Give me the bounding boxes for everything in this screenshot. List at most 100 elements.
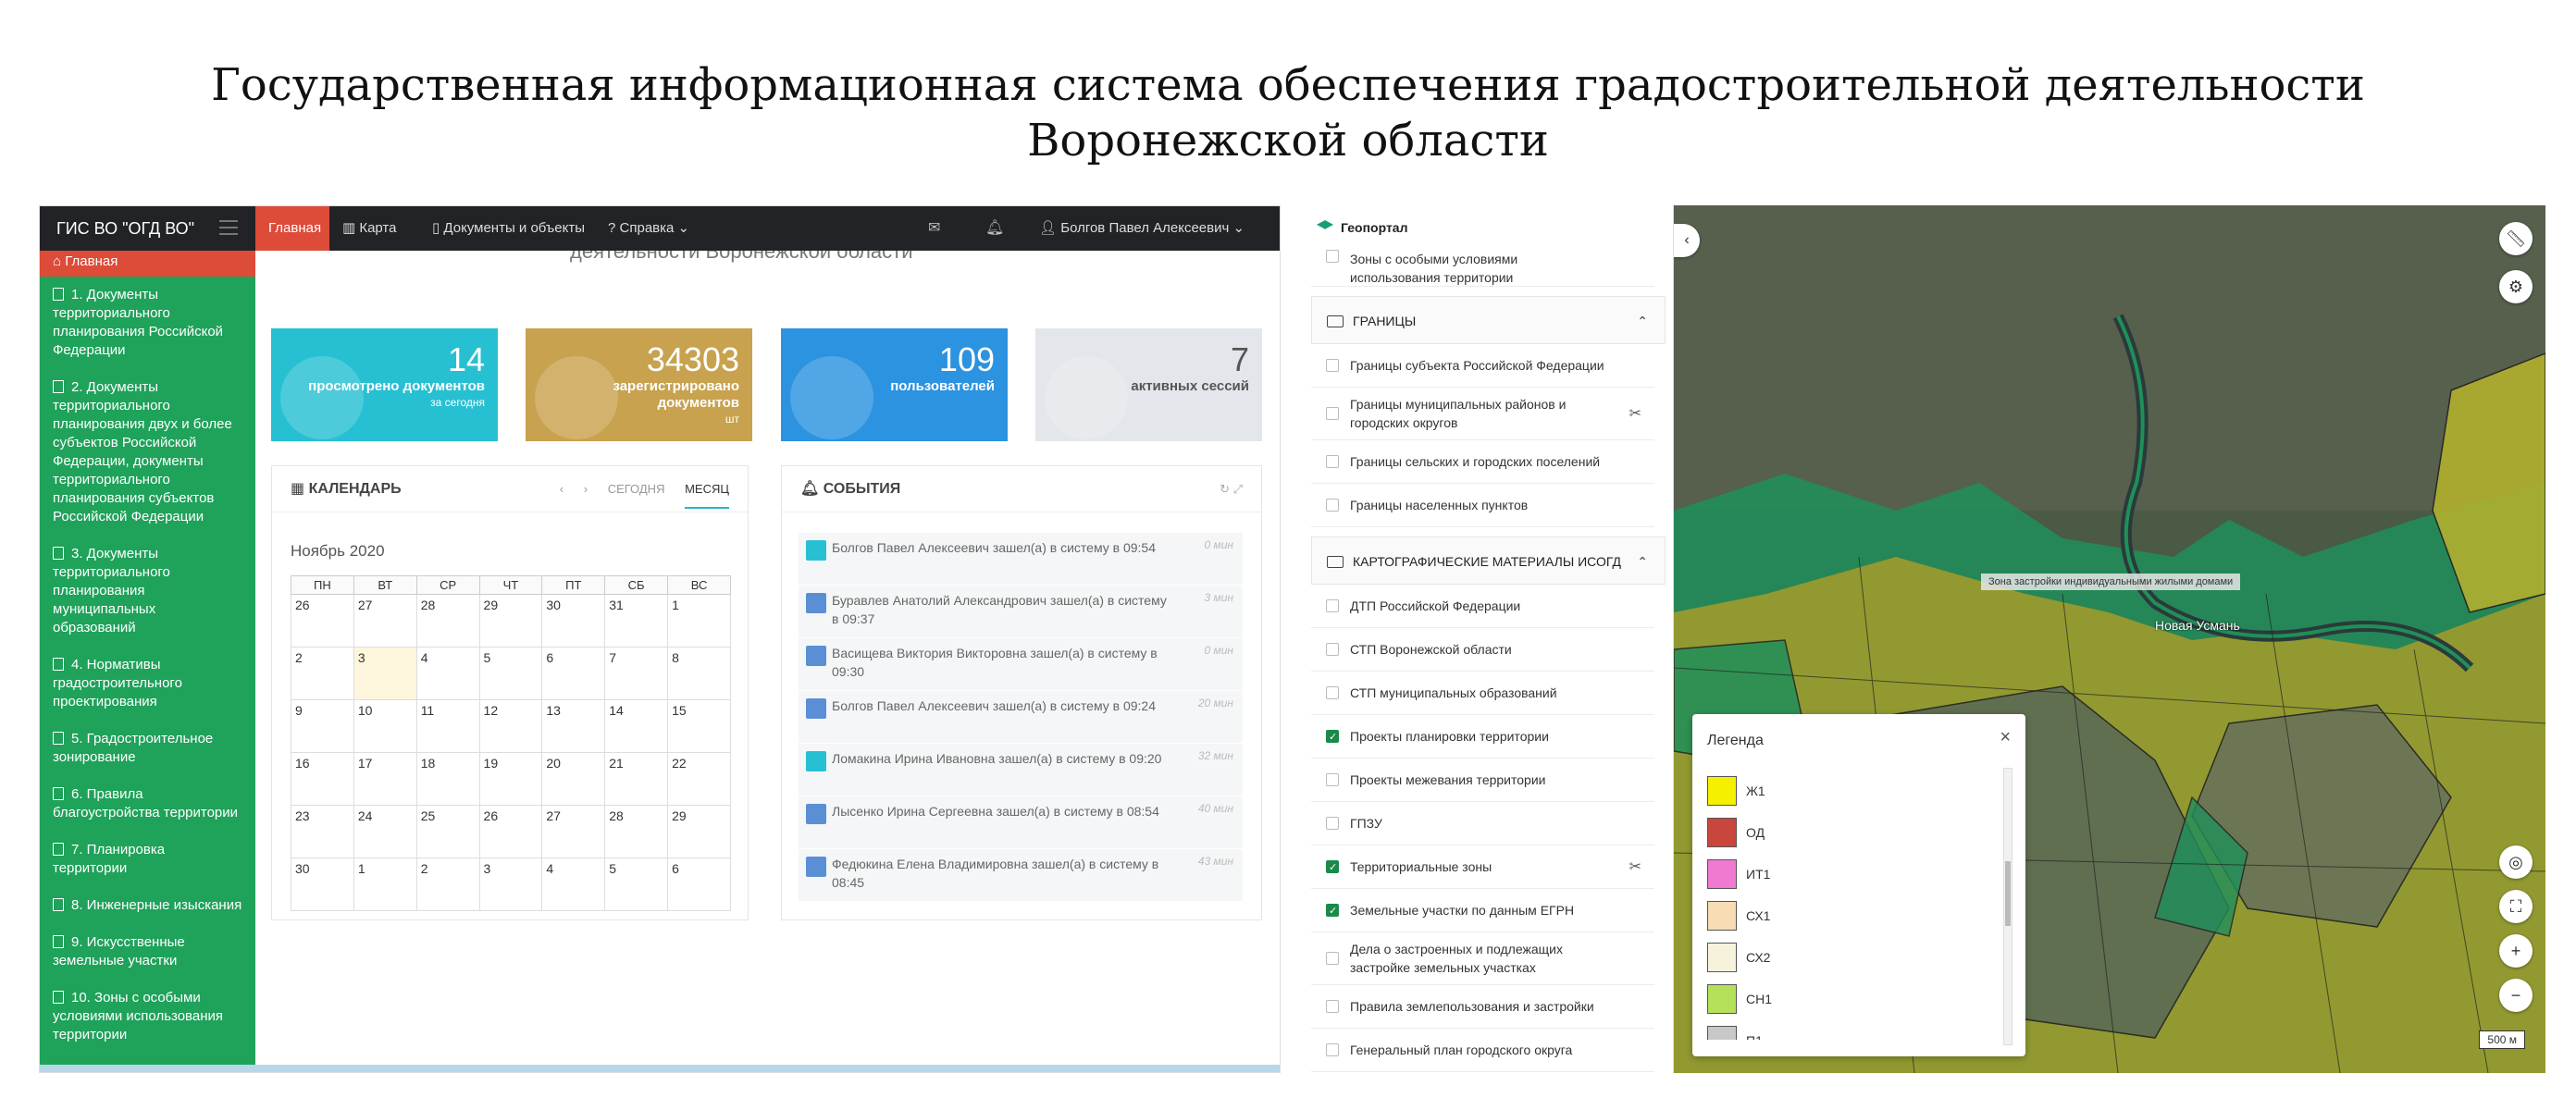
calendar-day[interactable]: 7 [604,647,669,700]
calendar-day[interactable]: 1 [667,594,731,648]
legend-scrollbar[interactable] [2003,768,2012,1045]
layer-checkbox[interactable] [1326,858,1339,877]
stat-viewed-documents[interactable]: 14 просмотрено документов за сегодня [271,328,498,441]
sidebar-item-8[interactable]: 8. Инженерные изыскания [40,887,255,924]
layer-item[interactable]: Проекты планировки территории [1311,715,1654,759]
layer-checkbox[interactable] [1326,455,1339,468]
layer-item[interactable]: ГПЗУ [1311,802,1654,845]
nav-documents[interactable]: ▯ Документы и объекты [419,206,598,251]
menu-toggle-icon[interactable] [219,220,238,237]
sidebar-item-2[interactable]: 2. Документы территориального планирован… [40,369,255,536]
calendar-day[interactable]: 6 [667,857,731,911]
calendar-day[interactable]: 18 [415,752,480,806]
ruler-icon[interactable]: 📏︎ [2499,222,2533,255]
prev-month-button[interactable]: ‹ [560,482,564,496]
bell-icon[interactable]: 🔔︎ [985,206,1004,251]
nav-map[interactable]: ▥ Карта [329,206,409,251]
user-menu[interactable]: 👤︎ Болгов Павел Алексеевич ⌄ [1039,206,1245,251]
nav-home[interactable]: Главная [255,206,329,251]
event-item[interactable]: Федюкина Елена Владимировна зашел(а) в с… [799,849,1243,902]
event-item[interactable]: Ломакина Ирина Ивановна зашел(а) в систе… [799,744,1243,796]
calendar-day[interactable]: 20 [541,752,606,806]
tools-icon[interactable]: ✂ [1629,405,1641,424]
event-item[interactable]: Болгов Павел Алексеевич зашел(а) в систе… [799,691,1243,744]
sidebar-item-10[interactable]: 10. Зоны с особыми условиями использован… [40,980,255,1054]
sidebar-item-4[interactable]: 4. Нормативы градостроительного проектир… [40,647,255,721]
layer-item[interactable]: Проекты межевания территории [1311,759,1654,802]
layer-checkbox[interactable] [1326,728,1339,746]
layer-item[interactable]: Земельные участки по данным ЕГРН [1311,889,1654,932]
layer-item[interactable]: Территориальные зоны ✂ [1311,845,1654,889]
today-button[interactable]: СЕГОДНЯ [608,482,665,496]
calendar-day[interactable]: 23 [291,805,354,858]
expand-icon[interactable]: ⤢ [1233,482,1243,496]
layer-item[interactable]: Генеральный план городского округа [1311,1029,1654,1072]
layer-checkbox[interactable] [1326,1000,1339,1013]
sidebar-item-3[interactable]: 3. Документы территориального планирован… [40,536,255,647]
locate-icon[interactable]: ◎ [2499,845,2533,879]
calendar-day[interactable]: 28 [604,805,669,858]
sidebar-item-9[interactable]: 9. Искусственные земельные участки [40,924,255,980]
calendar-day[interactable]: 29 [667,805,731,858]
layer-item[interactable]: Зоны с особыми условиями использования т… [1311,250,1654,287]
sidebar-item-6[interactable]: 6. Правила благоустройства территории [40,776,255,832]
bottom-scrollbar[interactable] [40,1065,1280,1072]
layer-item[interactable]: Границы субъекта Российской Федерации [1311,344,1654,388]
layer-checkbox[interactable] [1326,817,1339,830]
calendar-day[interactable]: 3 [478,857,543,911]
layer-checkbox[interactable] [1326,407,1339,420]
layer-item[interactable]: СТП муниципальных образований [1311,672,1654,715]
calendar-day[interactable]: 12 [478,699,543,753]
layer-item[interactable]: Правила землепользования и застройки [1311,985,1654,1029]
layer-checkbox[interactable] [1326,1043,1339,1056]
nav-help[interactable]: ? Справка ⌄ [595,206,702,251]
calendar-day[interactable]: 13 [541,699,606,753]
calendar-day[interactable]: 8 [667,647,731,700]
layer-checkbox[interactable] [1326,499,1339,512]
calendar-day[interactable]: 27 [353,594,417,648]
layer-group-header[interactable]: ГРАНИЦЫ ⌃ [1311,296,1666,344]
layer-item[interactable]: Границы сельских и городских поселений [1311,440,1654,484]
stat-active-sessions[interactable]: 7 активных сессий [1035,328,1262,441]
calendar-day[interactable]: 15 [667,699,731,753]
layer-checkbox[interactable] [1326,686,1339,699]
calendar-day[interactable]: 2 [291,647,354,700]
stat-registered-documents[interactable]: 34303 зарегистрировано документов шт [526,328,752,441]
calendar-day[interactable]: 3 [353,647,417,700]
calendar-day[interactable]: 22 [667,752,731,806]
layer-checkbox[interactable] [1326,599,1339,612]
calendar-day[interactable]: 31 [604,594,669,648]
calendar-day[interactable]: 26 [291,594,354,648]
zoom-out-button[interactable]: − [2499,979,2533,1012]
calendar-day[interactable]: 19 [478,752,543,806]
calendar-day[interactable]: 11 [415,699,480,753]
calendar-day[interactable]: 26 [478,805,543,858]
event-item[interactable]: Лысенко Ирина Сергеевна зашел(а) в систе… [799,796,1243,849]
sidebar-item-1[interactable]: 1. Документы территориального планирован… [40,277,255,369]
calendar-day[interactable]: 1 [353,857,417,911]
calendar-day[interactable]: 6 [541,647,606,700]
layer-item[interactable]: ДТП Российской Федерации [1311,585,1654,628]
calendar-day[interactable]: 29 [478,594,543,648]
calendar-day[interactable]: 14 [604,699,669,753]
calendar-day[interactable]: 4 [415,647,480,700]
event-item[interactable]: Васищева Виктория Викторовна зашел(а) в … [799,638,1243,691]
calendar-day[interactable]: 24 [353,805,417,858]
tools-icon[interactable]: ✂ [1629,858,1641,877]
event-item[interactable]: Буравлев Анатолий Александрович зашел(а)… [799,586,1243,638]
calendar-day[interactable]: 17 [353,752,417,806]
layer-checkbox[interactable] [1326,902,1339,920]
next-month-button[interactable]: › [584,482,588,496]
calendar-day[interactable]: 2 [415,857,480,911]
month-view-button[interactable]: МЕСЯЦ [685,482,729,509]
layer-item[interactable]: Границы муниципальных районов и городски… [1311,388,1654,440]
layer-checkbox[interactable] [1326,952,1339,965]
map-view[interactable]: ‹ 📏︎ ⚙ ◎ ⛶ + − Зона застройки индивидуал… [1674,205,2545,1073]
calendar-day[interactable]: 27 [541,805,606,858]
calendar-day[interactable]: 16 [291,752,354,806]
layer-item[interactable]: Границы населенных пунктов [1311,484,1654,527]
layer-checkbox[interactable] [1326,359,1339,372]
checkbox[interactable] [1326,250,1339,263]
layer-item[interactable]: Дела о застроенных и подлежащих застройк… [1311,932,1654,985]
stat-users[interactable]: 109 пользователей [781,328,1008,441]
